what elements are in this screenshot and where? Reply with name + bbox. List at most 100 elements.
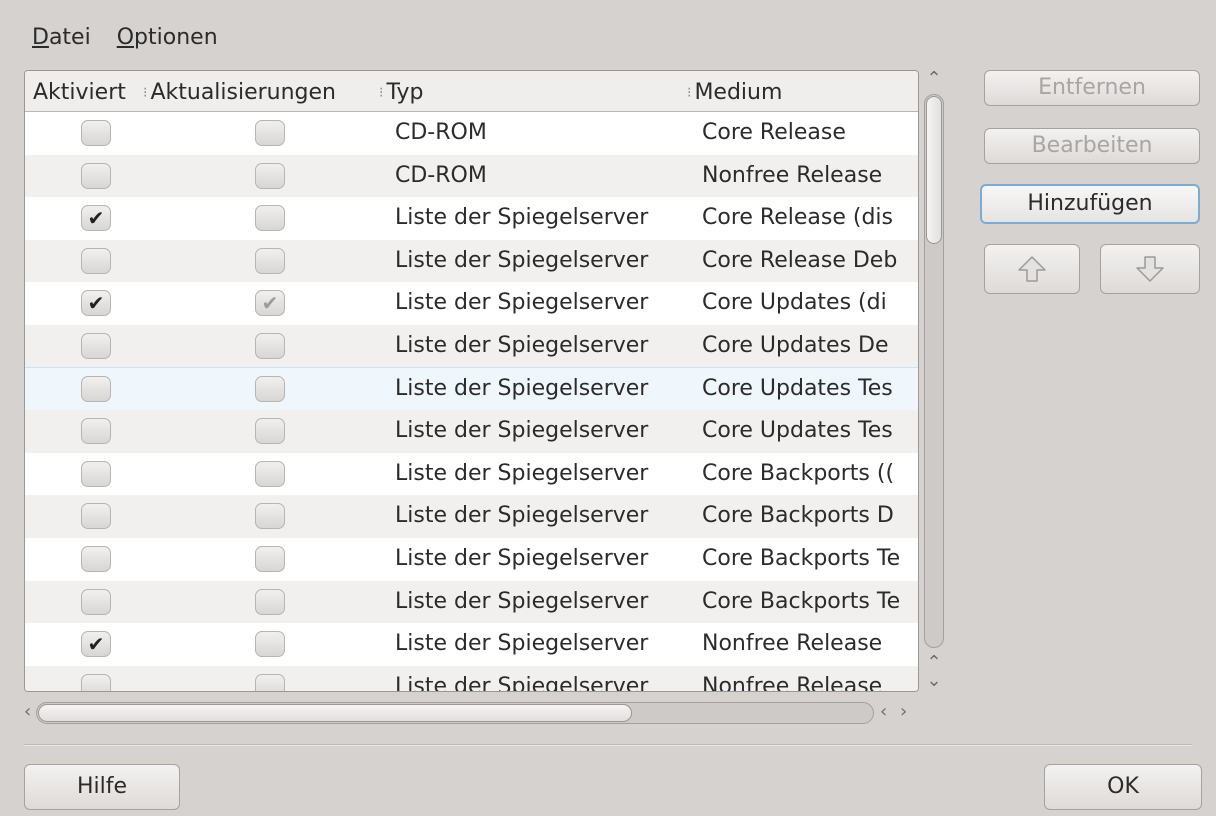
table-body: CD-ROM Core Release CD-ROM Nonfree Release ✔… (25, 112, 918, 692)
updates-checkbox[interactable] (255, 247, 285, 274)
cell-type: Liste der Spiegelserver (395, 545, 649, 571)
table-row[interactable]: Liste der Spiegelserver Core Updates De (25, 324, 918, 368)
table-row[interactable]: Liste der Spiegelserver Nonfree Release (25, 665, 918, 692)
column-header-medium[interactable]: ⁝ Medium (687, 71, 782, 111)
table-row[interactable]: ✔ Liste der Spiegelserver Core Release (di… (25, 197, 918, 240)
updates-checkbox[interactable]: ✔ (255, 290, 285, 317)
table-row[interactable]: CD-ROM Core Release (25, 112, 918, 155)
updates-checkbox[interactable] (255, 503, 285, 530)
enabled-checkbox[interactable] (81, 673, 111, 691)
column-resize-handle[interactable]: ⁝ (687, 85, 691, 101)
cell-type: Liste der Spiegelserver (395, 588, 649, 614)
cell-medium: Core Backports Te (702, 588, 901, 614)
table-row[interactable]: Liste der Spiegelserver Core Backports (( (25, 453, 918, 496)
updates-checkbox[interactable] (255, 545, 285, 572)
column-header-typ[interactable]: ⁝ Typ (379, 71, 423, 111)
scroll-up-icon[interactable]: ⌃ (918, 70, 950, 88)
arrow-up-icon (1017, 255, 1047, 289)
scroll-down-icon[interactable]: ⌄ (918, 672, 950, 690)
help-button[interactable]: Hilfe (24, 764, 180, 810)
table-row[interactable]: Liste der Spiegelserver Core Updates Tes (25, 366, 918, 412)
move-down-button[interactable] (1100, 244, 1200, 294)
vertical-scroll-track[interactable] (924, 94, 944, 648)
updates-checkbox[interactable] (255, 205, 285, 232)
cell-medium: Nonfree Release (702, 631, 883, 657)
column-header-aktualisierungen[interactable]: ⁝ Aktualisierungen (143, 71, 336, 111)
enabled-checkbox[interactable] (81, 418, 111, 445)
cell-type: Liste der Spiegelserver (395, 673, 649, 692)
vertical-scroll-thumb[interactable] (926, 96, 942, 244)
cell-medium: Core Updates De (702, 332, 889, 358)
horizontal-scroll-track[interactable] (36, 702, 874, 724)
enabled-checkbox[interactable] (81, 375, 111, 402)
column-resize-handle[interactable]: ⁝ (143, 85, 147, 101)
enabled-checkbox[interactable] (81, 460, 111, 487)
cell-medium: Core Release Deb (702, 247, 898, 273)
enabled-checkbox[interactable] (81, 588, 111, 615)
media-table: Aktiviert ⁝ Aktualisierungen ⁝ Typ ⁝ Medium… (24, 70, 919, 692)
updates-checkbox[interactable] (255, 631, 285, 658)
column-resize-handle[interactable]: ⁝ (379, 85, 383, 101)
enabled-checkbox[interactable] (81, 503, 111, 530)
updates-checkbox[interactable] (255, 460, 285, 487)
enabled-checkbox[interactable] (81, 162, 111, 189)
cell-medium: Core Backports Te (702, 545, 901, 571)
cell-type: Liste der Spiegelserver (395, 205, 649, 231)
add-button[interactable]: Hinzufügen (980, 184, 1200, 224)
table-row[interactable]: Liste der Spiegelserver Core Backports Te (25, 580, 918, 624)
table-row[interactable]: CD-ROM Nonfree Release (25, 154, 918, 198)
cell-type: CD-ROM (395, 162, 487, 188)
updates-checkbox[interactable] (255, 120, 285, 146)
cell-type: Liste der Spiegelserver (395, 375, 649, 401)
enabled-checkbox[interactable]: ✔ (81, 631, 111, 658)
ok-button[interactable]: OK (1044, 764, 1202, 810)
cell-medium: Core Backports D (702, 503, 894, 529)
table-row[interactable]: ✔ ✔ Liste der Spiegelserver Core Updates (d… (25, 282, 918, 325)
remove-button[interactable]: Entfernen (984, 70, 1200, 106)
updates-checkbox[interactable] (255, 332, 285, 359)
scroll-right-icon[interactable]: › (900, 702, 907, 722)
cell-type: Liste der Spiegelserver (395, 418, 649, 444)
cell-medium: Core Backports (( (702, 460, 895, 486)
enabled-checkbox[interactable]: ✔ (81, 290, 111, 317)
cell-medium: Nonfree Release (702, 673, 883, 692)
table-row[interactable]: Liste der Spiegelserver Core Backports Te (25, 538, 918, 581)
menu-optionen[interactable]: Optionen (117, 25, 218, 50)
arrow-down-icon (1135, 255, 1165, 289)
enabled-checkbox[interactable] (81, 120, 111, 146)
updates-checkbox[interactable] (255, 375, 285, 402)
updates-checkbox[interactable] (255, 673, 285, 691)
enabled-checkbox[interactable] (81, 545, 111, 572)
table-row[interactable]: ✔ Liste der Spiegelserver Nonfree Release (25, 623, 918, 666)
cell-type: Liste der Spiegelserver (395, 332, 649, 358)
enabled-checkbox[interactable] (81, 247, 111, 274)
column-header-aktiviert[interactable]: Aktiviert (33, 71, 126, 111)
menu-datei[interactable]: Datei (32, 25, 91, 50)
enabled-checkbox[interactable] (81, 332, 111, 359)
updates-checkbox[interactable] (255, 418, 285, 445)
scroll-left-icon[interactable]: ‹ (880, 702, 887, 722)
cell-medium: Core Release (dis (702, 205, 893, 231)
cell-medium: Nonfree Release (702, 162, 883, 188)
enabled-checkbox[interactable]: ✔ (81, 205, 111, 232)
edit-button[interactable]: Bearbeiten (984, 128, 1200, 164)
table-row[interactable]: Liste der Spiegelserver Core Backports D (25, 495, 918, 538)
cell-type: Liste der Spiegelserver (395, 247, 649, 273)
scroll-left-icon[interactable]: ‹ (24, 702, 31, 722)
horizontal-scroll-thumb[interactable] (38, 704, 632, 722)
cell-type: Liste der Spiegelserver (395, 503, 649, 529)
vertical-scrollbar[interactable]: ⌃ ⌃ ⌄ (918, 70, 950, 702)
updates-checkbox[interactable] (255, 162, 285, 189)
cell-type: Liste der Spiegelserver (395, 290, 649, 316)
table-row[interactable]: Liste der Spiegelserver Core Release Deb (25, 239, 918, 283)
move-up-button[interactable] (984, 244, 1080, 294)
table-row[interactable]: Liste der Spiegelserver Core Updates Tes (25, 410, 918, 453)
table-header: Aktiviert ⁝ Aktualisierungen ⁝ Typ ⁝ Medium (25, 71, 918, 112)
cell-medium: Core Updates (di (702, 290, 887, 316)
cell-type: Liste der Spiegelserver (395, 460, 649, 486)
cell-medium: Core Updates Tes (702, 418, 893, 444)
updates-checkbox[interactable] (255, 588, 285, 615)
cell-medium: Core Release (702, 120, 846, 145)
menubar: Datei Optionen (32, 20, 218, 54)
horizontal-scrollbar[interactable]: ‹ ‹ › (24, 698, 924, 730)
